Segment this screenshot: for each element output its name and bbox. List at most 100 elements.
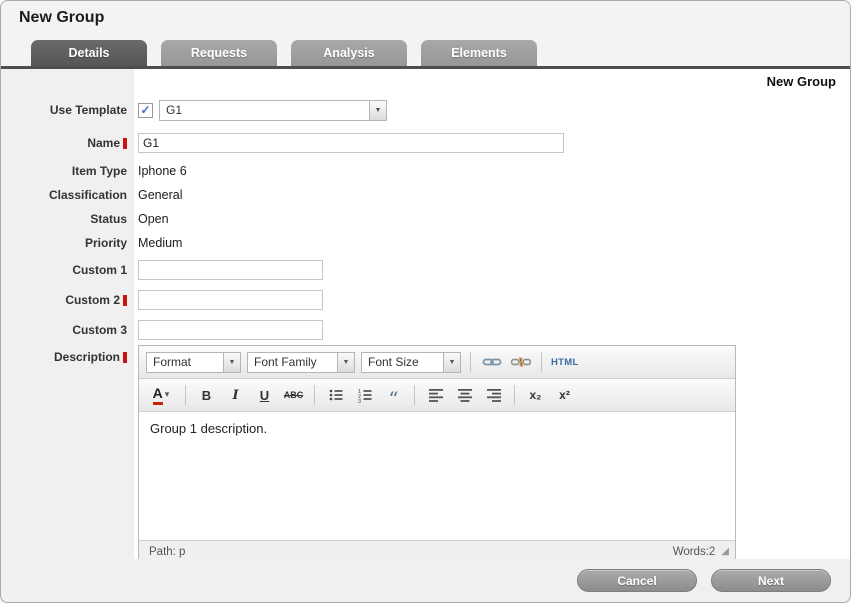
custom2-input[interactable] (138, 290, 323, 310)
required-marker (123, 295, 127, 306)
toolbar-separator (514, 385, 515, 405)
footer-bar: Cancel Next (1, 559, 850, 602)
insert-link-icon[interactable] (480, 351, 503, 373)
dropdown-arrow-icon: ▼ (369, 101, 386, 120)
use-template-label: Use Template (1, 103, 134, 117)
custom1-row: Custom 1 (1, 255, 850, 285)
menu-arrow-icon: ▾ (165, 384, 170, 404)
strikethrough-icon[interactable]: ABC (282, 384, 305, 406)
superscript-icon[interactable]: x² (553, 384, 576, 406)
description-label-text: Description (54, 350, 120, 364)
item-type-value: Iphone 6 (138, 164, 187, 178)
align-left-icon[interactable] (424, 384, 447, 406)
custom3-input[interactable] (138, 320, 323, 340)
bold-icon[interactable]: B (195, 384, 218, 406)
item-type-row: Item Type Iphone 6 (1, 159, 850, 183)
priority-label-text: Priority (85, 236, 127, 250)
custom1-input[interactable] (138, 260, 323, 280)
editor-content[interactable]: Group 1 description. (139, 412, 735, 540)
font-color-icon[interactable]: A ▾ (146, 384, 176, 406)
use-template-checkbox[interactable]: ✓ (138, 103, 153, 118)
use-template-label-text: Use Template (50, 103, 127, 117)
editor-wordcount: Words:2 (673, 546, 716, 558)
remove-link-icon[interactable] (509, 351, 532, 373)
use-template-row: Use Template ✓ G1 ▼ (1, 93, 850, 127)
font-family-dropdown[interactable]: Font Family ▼ (247, 352, 355, 373)
name-label-text: Name (87, 136, 120, 150)
name-input[interactable] (138, 133, 564, 153)
priority-row: Priority Medium (1, 231, 850, 255)
custom2-label-text: Custom 2 (65, 293, 120, 307)
custom2-label: Custom 2 (1, 293, 134, 307)
font-color-letter: A (153, 384, 163, 405)
toolbar-separator (185, 385, 186, 405)
required-marker (123, 352, 127, 363)
tab-analysis[interactable]: Analysis (291, 40, 407, 66)
toolbar-separator (470, 352, 471, 372)
name-row: Name (1, 127, 850, 159)
status-label: Status (1, 212, 134, 226)
editor-path: Path: p (149, 546, 185, 558)
custom3-label-text: Custom 3 (72, 323, 127, 337)
resize-handle-icon[interactable]: ◢ (721, 547, 729, 557)
font-size-dropdown-value: Font Size (362, 355, 443, 369)
next-button[interactable]: Next (711, 569, 831, 592)
status-value: Open (138, 212, 169, 226)
custom1-label: Custom 1 (1, 263, 134, 277)
italic-icon[interactable]: I (224, 384, 247, 406)
description-editor: Format ▼ Font Family ▼ Font Size ▼ (138, 345, 736, 559)
font-size-dropdown[interactable]: Font Size ▼ (361, 352, 461, 373)
new-group-window: New Group Details Requests Analysis Elem… (0, 0, 851, 603)
use-template-selected-value: G1 (160, 103, 369, 117)
align-right-icon[interactable] (482, 384, 505, 406)
svg-text:3: 3 (358, 399, 361, 403)
format-dropdown-value: Format (147, 355, 223, 369)
html-source-icon[interactable]: HTML (551, 351, 579, 373)
priority-value: Medium (138, 236, 182, 250)
tab-bar: Details Requests Analysis Elements (1, 35, 850, 66)
title-bar: New Group (1, 1, 850, 35)
editor-toolbar-row2: A ▾ B I U ABC 123 (139, 379, 735, 412)
window-title: New Group (19, 9, 104, 27)
priority-label: Priority (1, 236, 134, 250)
item-type-label-text: Item Type (72, 164, 127, 178)
toolbar-separator (414, 385, 415, 405)
underline-icon[interactable]: U (253, 384, 276, 406)
custom3-row: Custom 3 (1, 315, 850, 345)
dropdown-arrow-icon: ▼ (443, 353, 460, 372)
status-row: Status Open (1, 207, 850, 231)
item-type-label: Item Type (1, 164, 134, 178)
blockquote-icon[interactable]: “ (382, 384, 405, 406)
required-marker (123, 138, 127, 149)
dropdown-arrow-icon: ▼ (223, 353, 240, 372)
tab-requests[interactable]: Requests (161, 40, 277, 66)
name-label: Name (1, 136, 134, 150)
subscript-icon[interactable]: x₂ (524, 384, 547, 406)
description-row: Description Format ▼ Font Family ▼ (1, 345, 850, 559)
checkbox-check-icon: ✓ (140, 104, 150, 116)
bullet-list-icon[interactable] (324, 384, 347, 406)
classification-label: Classification (1, 188, 134, 202)
section-title: New Group (1, 69, 850, 93)
tab-details[interactable]: Details (31, 40, 147, 66)
details-form: New Group Use Template ✓ G1 ▼ Name (1, 69, 850, 559)
status-label-text: Status (90, 212, 127, 226)
classification-value: General (138, 188, 182, 202)
custom3-label: Custom 3 (1, 323, 134, 337)
toolbar-separator (541, 352, 542, 372)
description-label: Description (1, 345, 134, 364)
custom1-label-text: Custom 1 (72, 263, 127, 277)
classification-row: Classification General (1, 183, 850, 207)
dropdown-arrow-icon: ▼ (337, 353, 354, 372)
custom2-row: Custom 2 (1, 285, 850, 315)
classification-label-text: Classification (49, 188, 127, 202)
cancel-button[interactable]: Cancel (577, 569, 697, 592)
editor-toolbar-row1: Format ▼ Font Family ▼ Font Size ▼ (139, 346, 735, 379)
font-family-dropdown-value: Font Family (248, 355, 337, 369)
format-dropdown[interactable]: Format ▼ (146, 352, 241, 373)
numbered-list-icon[interactable]: 123 (353, 384, 376, 406)
align-center-icon[interactable] (453, 384, 476, 406)
tab-elements[interactable]: Elements (421, 40, 537, 66)
editor-statusbar: Path: p Words:2 ◢ (139, 540, 735, 559)
use-template-select[interactable]: G1 ▼ (159, 100, 387, 121)
